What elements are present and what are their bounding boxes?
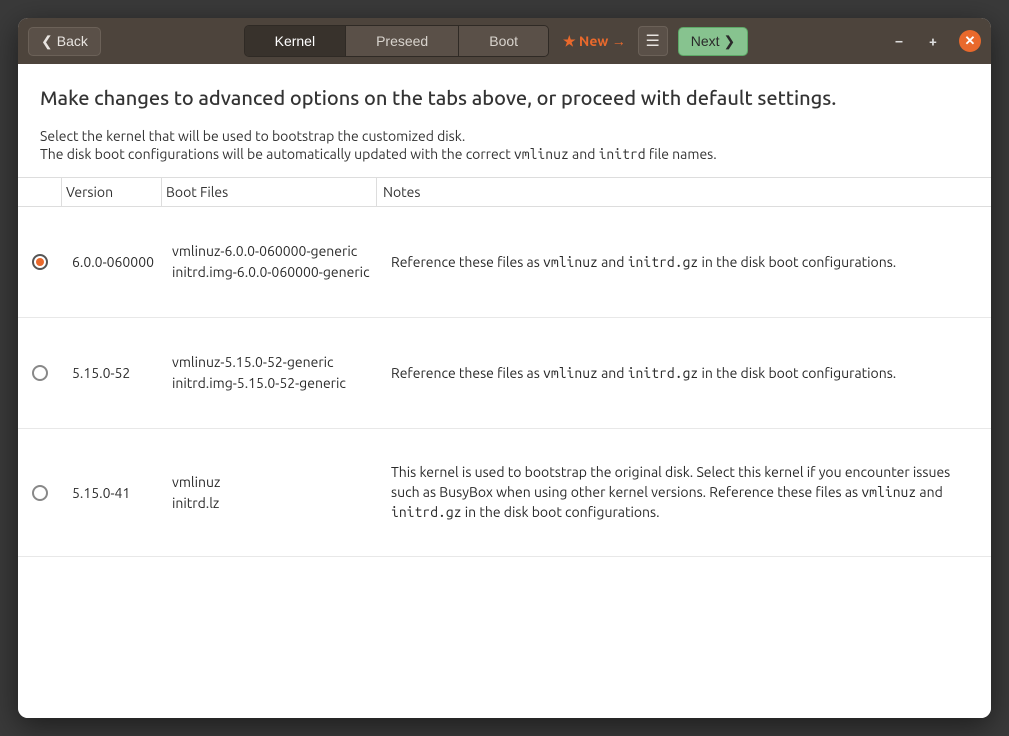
tab-label: Preseed [376, 33, 428, 49]
page-title: Make changes to advanced options on the … [40, 86, 969, 109]
col-bootfiles-header: Boot Files [162, 178, 377, 206]
col-radio-header [18, 178, 62, 206]
tab-boot[interactable]: Boot [459, 26, 548, 56]
text: file names. [646, 146, 717, 162]
code-text: initrd.gz [628, 254, 699, 270]
code-text: vmlinuz [543, 365, 598, 381]
bootfiles-cell: vmlinuz initrd.lz [162, 472, 377, 514]
bootfiles-cell: vmlinuz-6.0.0-060000-generic initrd.img-… [162, 241, 377, 283]
bootfiles-cell: vmlinuz-5.15.0-52-generic initrd.img-5.1… [162, 352, 377, 394]
version-cell: 5.15.0-41 [62, 485, 162, 501]
text: and [598, 254, 628, 270]
notes-cell: This kernel is used to bootstrap the ori… [377, 463, 991, 522]
text: Reference these files as [391, 254, 543, 270]
code-text: initrd [599, 146, 646, 162]
close-icon: ✕ [965, 34, 976, 49]
radio-icon[interactable] [32, 485, 48, 501]
code-text: vmlinuz [861, 484, 916, 500]
app-window: ❮ Back Kernel Preseed Boot New ☰ Next ❯ [18, 18, 991, 718]
description-line-2: The disk boot configurations will be aut… [40, 145, 969, 163]
boot-file: vmlinuz-6.0.0-060000-generic [172, 241, 377, 262]
tabbar: Kernel Preseed Boot [244, 25, 549, 57]
radio-cell [18, 254, 62, 270]
plus-icon: + [929, 33, 937, 49]
header-area: Make changes to advanced options on the … [18, 64, 991, 177]
col-version-header: Version [62, 178, 162, 206]
description-line-1: Select the kernel that will be used to b… [40, 127, 969, 145]
hamburger-icon: ☰ [646, 31, 660, 51]
content-area: Make changes to advanced options on the … [18, 64, 991, 718]
hamburger-menu-button[interactable]: ☰ [638, 26, 668, 56]
col-notes-header: Notes [377, 178, 991, 206]
minimize-icon: – [896, 33, 903, 49]
tab-kernel[interactable]: Kernel [245, 26, 346, 56]
text: The disk boot configurations will be aut… [40, 146, 514, 162]
radio-icon[interactable] [32, 365, 48, 381]
table-header: Version Boot Files Notes [18, 177, 991, 207]
kernel-row[interactable]: 5.15.0-41 vmlinuz initrd.lz This kernel … [18, 429, 991, 557]
boot-file: vmlinuz [172, 472, 377, 493]
close-button[interactable]: ✕ [959, 30, 981, 52]
next-button[interactable]: Next ❯ [678, 27, 749, 56]
code-text: vmlinuz [543, 254, 598, 270]
boot-file: vmlinuz-5.15.0-52-generic [172, 352, 377, 373]
version-cell: 6.0.0-060000 [62, 254, 162, 270]
chevron-right-icon: ❯ [724, 33, 736, 50]
text: Reference these files as [391, 365, 543, 381]
chevron-left-icon: ❮ [41, 33, 53, 50]
kernel-row[interactable]: 5.15.0-52 vmlinuz-5.15.0-52-generic init… [18, 318, 991, 429]
text: and [569, 146, 599, 162]
tab-preseed[interactable]: Preseed [346, 26, 459, 56]
next-label: Next [691, 33, 720, 49]
back-label: Back [57, 33, 88, 49]
radio-icon[interactable] [32, 254, 48, 270]
tab-label: Boot [489, 33, 518, 49]
version-cell: 5.15.0-52 [62, 365, 162, 381]
boot-file: initrd.img-5.15.0-52-generic [172, 373, 377, 394]
minimize-button[interactable]: – [891, 33, 907, 49]
boot-file: initrd.lz [172, 493, 377, 514]
code-text: vmlinuz [514, 146, 569, 162]
back-button[interactable]: ❮ Back [28, 27, 101, 56]
new-badge: New [563, 33, 626, 50]
titlebar: ❮ Back Kernel Preseed Boot New ☰ Next ❯ [18, 18, 991, 64]
text: in the disk boot configurations. [698, 365, 896, 381]
notes-cell: Reference these files as vmlinuz and ini… [377, 253, 991, 273]
code-text: initrd.gz [391, 504, 462, 520]
text: in the disk boot configurations. [462, 504, 660, 520]
text: and [916, 484, 943, 500]
notes-cell: Reference these files as vmlinuz and ini… [377, 364, 991, 384]
text: in the disk boot configurations. [698, 254, 896, 270]
tab-label: Kernel [275, 33, 315, 49]
code-text: initrd.gz [628, 365, 699, 381]
radio-cell [18, 485, 62, 501]
kernel-row[interactable]: 6.0.0-060000 vmlinuz-6.0.0-060000-generi… [18, 207, 991, 318]
maximize-button[interactable]: + [925, 33, 941, 49]
text: and [598, 365, 628, 381]
window-controls: – + ✕ [891, 30, 981, 52]
boot-file: initrd.img-6.0.0-060000-generic [172, 262, 377, 283]
radio-cell [18, 365, 62, 381]
